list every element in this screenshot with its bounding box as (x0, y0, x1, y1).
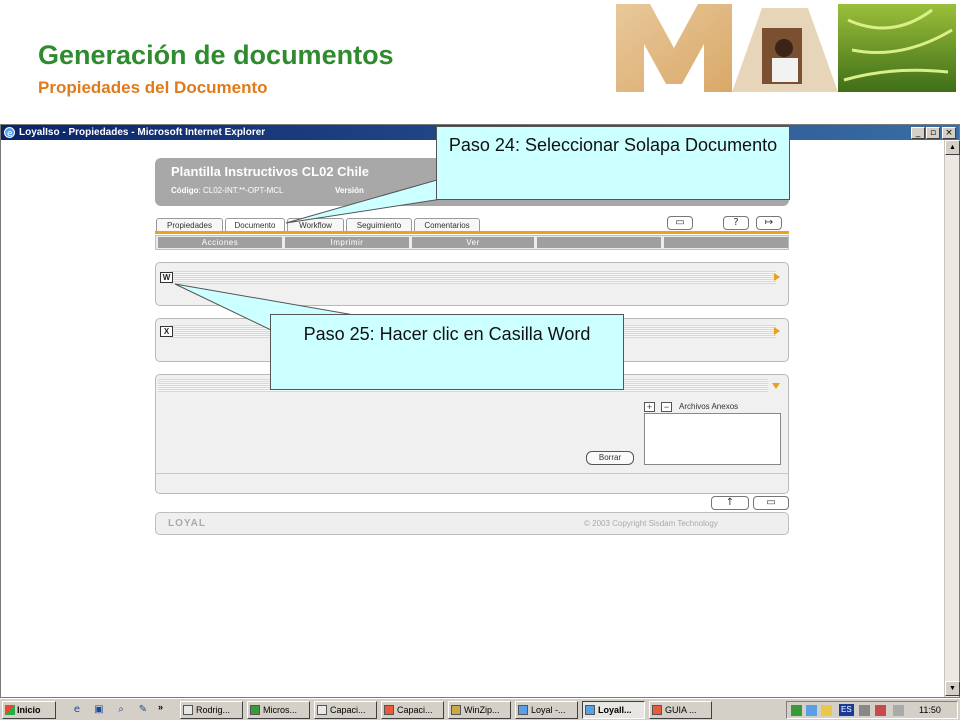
ie-quicklaunch-icon[interactable]: e (70, 703, 84, 717)
folder-quicklaunch-icon[interactable]: ▣ (92, 703, 106, 717)
task-button[interactable]: Micros... (247, 701, 310, 719)
close-button[interactable]: × (942, 127, 956, 139)
language-indicator[interactable]: ES (839, 704, 854, 716)
antivirus-icon[interactable] (875, 705, 886, 716)
excel-checkbox[interactable]: X (160, 326, 173, 337)
menu-acciones[interactable]: Acciones (158, 237, 282, 248)
menu-imprimir[interactable]: Imprimir (285, 237, 409, 248)
code-value: : CL02-INT.**-OPT-MCL (198, 186, 284, 195)
menu-ver[interactable]: Ver (412, 237, 534, 248)
app-icon (317, 705, 327, 715)
task-button[interactable]: Loyal -... (515, 701, 578, 719)
help-icon[interactable]: ? (723, 216, 749, 230)
scroll-down-icon[interactable]: ▼ (945, 681, 960, 696)
scroll-up-icon[interactable]: ▲ (945, 140, 960, 155)
task-label: Micros... (263, 705, 298, 715)
attachments-list[interactable] (644, 413, 781, 465)
svg-text:e: e (7, 129, 13, 139)
edit-quicklaunch-icon[interactable]: ✎ (136, 703, 150, 717)
task-label: GUIA ... (665, 705, 697, 715)
task-button[interactable]: Rodrig... (180, 701, 243, 719)
task-button-active[interactable]: LoyalI... (582, 701, 645, 719)
system-tray: ES 11:50 (786, 701, 958, 719)
footer-brand: LOYAL (168, 518, 206, 529)
windows-flag-icon (5, 705, 15, 715)
word-panel: W (155, 262, 789, 306)
task-label: LoyalI... (598, 705, 632, 715)
task-button[interactable]: GUIA ... (649, 701, 712, 719)
network-icon[interactable] (791, 705, 802, 716)
document-title: Plantilla Instructivos CL02 Chile (171, 164, 369, 179)
ie-app-icon (585, 705, 595, 715)
slide-title: Generación de documentos (38, 40, 394, 70)
task-label: WinZip... (464, 705, 500, 715)
task-label: Capaci... (330, 705, 366, 715)
expand-arrow-icon[interactable] (774, 273, 780, 281)
footer-copyright: © 2003 Copyright Sisdam Technology (584, 519, 718, 528)
start-label: Inicio (17, 705, 41, 715)
word-panel-header (170, 271, 776, 284)
winzip-app-icon (451, 705, 461, 715)
menu-bar: Acciones Imprimir Ver (155, 235, 789, 250)
logo-label: MAS (900, 0, 901, 1)
taskbar: Inicio e ▣ ⌕ ✎ » Rodrig... Micros... Cap… (0, 698, 960, 720)
start-button[interactable]: Inicio (2, 701, 56, 719)
security-icon[interactable] (821, 705, 832, 716)
task-label: Loyal -... (531, 705, 566, 715)
remove-attachment-button[interactable]: − (661, 402, 672, 412)
attachments-label: Archivos Anexos (679, 402, 739, 411)
callout-step-24: Paso 24: Seleccionar Solapa Documento (436, 126, 790, 200)
expand-arrow-icon[interactable] (774, 327, 780, 335)
ppt-app-icon (652, 705, 662, 715)
divider (156, 473, 788, 474)
app-footer: LOYAL © 2003 Copyright Sisdam Technology (155, 512, 789, 535)
app-icon (183, 705, 193, 715)
task-button[interactable]: Capaci... (381, 701, 444, 719)
exit-icon[interactable]: ↦ (756, 216, 782, 230)
task-label: Rodrig... (196, 705, 231, 715)
word-checkbox[interactable]: W (160, 272, 173, 283)
document-code: Código: CL02-INT.**-OPT-MCL (171, 186, 283, 195)
tab-underline (155, 231, 789, 234)
search-quicklaunch-icon[interactable]: ⌕ (114, 703, 128, 717)
save-icon[interactable]: ▭ (667, 216, 693, 230)
ie-app-icon (518, 705, 528, 715)
volume-icon[interactable] (893, 705, 904, 716)
vertical-scrollbar[interactable]: ▲ ▼ (944, 140, 960, 697)
callout-step-25: Paso 25: Hacer clic en Casilla Word (270, 314, 624, 390)
collapse-arrow-icon[interactable] (772, 383, 780, 389)
clock: 11:50 (919, 705, 941, 715)
menu-empty-1 (537, 237, 661, 248)
ppt-app-icon (384, 705, 394, 715)
minimize-button[interactable]: _ (911, 127, 925, 139)
task-button[interactable]: WinZip... (448, 701, 511, 719)
save-bottom-icon[interactable]: ▭ (753, 496, 789, 510)
borrar-button[interactable]: Borrar (586, 451, 634, 465)
menu-empty-2 (664, 237, 788, 248)
quicklaunch-overflow[interactable]: » (158, 702, 163, 712)
maximize-button[interactable]: ▫ (926, 127, 940, 139)
tray-app-icon[interactable] (859, 705, 870, 716)
messenger-icon[interactable] (806, 705, 817, 716)
version-label: Versión (335, 186, 364, 195)
mas-logo (616, 4, 956, 92)
task-label: Capaci... (397, 705, 433, 715)
task-button[interactable]: Capaci... (314, 701, 377, 719)
ie-icon: e (4, 127, 15, 139)
slide-subtitle: Propiedades del Documento (38, 78, 268, 97)
scroll-top-icon[interactable]: ↑ (711, 496, 749, 510)
excel-app-icon (250, 705, 260, 715)
code-label: Código (171, 186, 199, 195)
add-attachment-button[interactable]: + (644, 402, 655, 412)
